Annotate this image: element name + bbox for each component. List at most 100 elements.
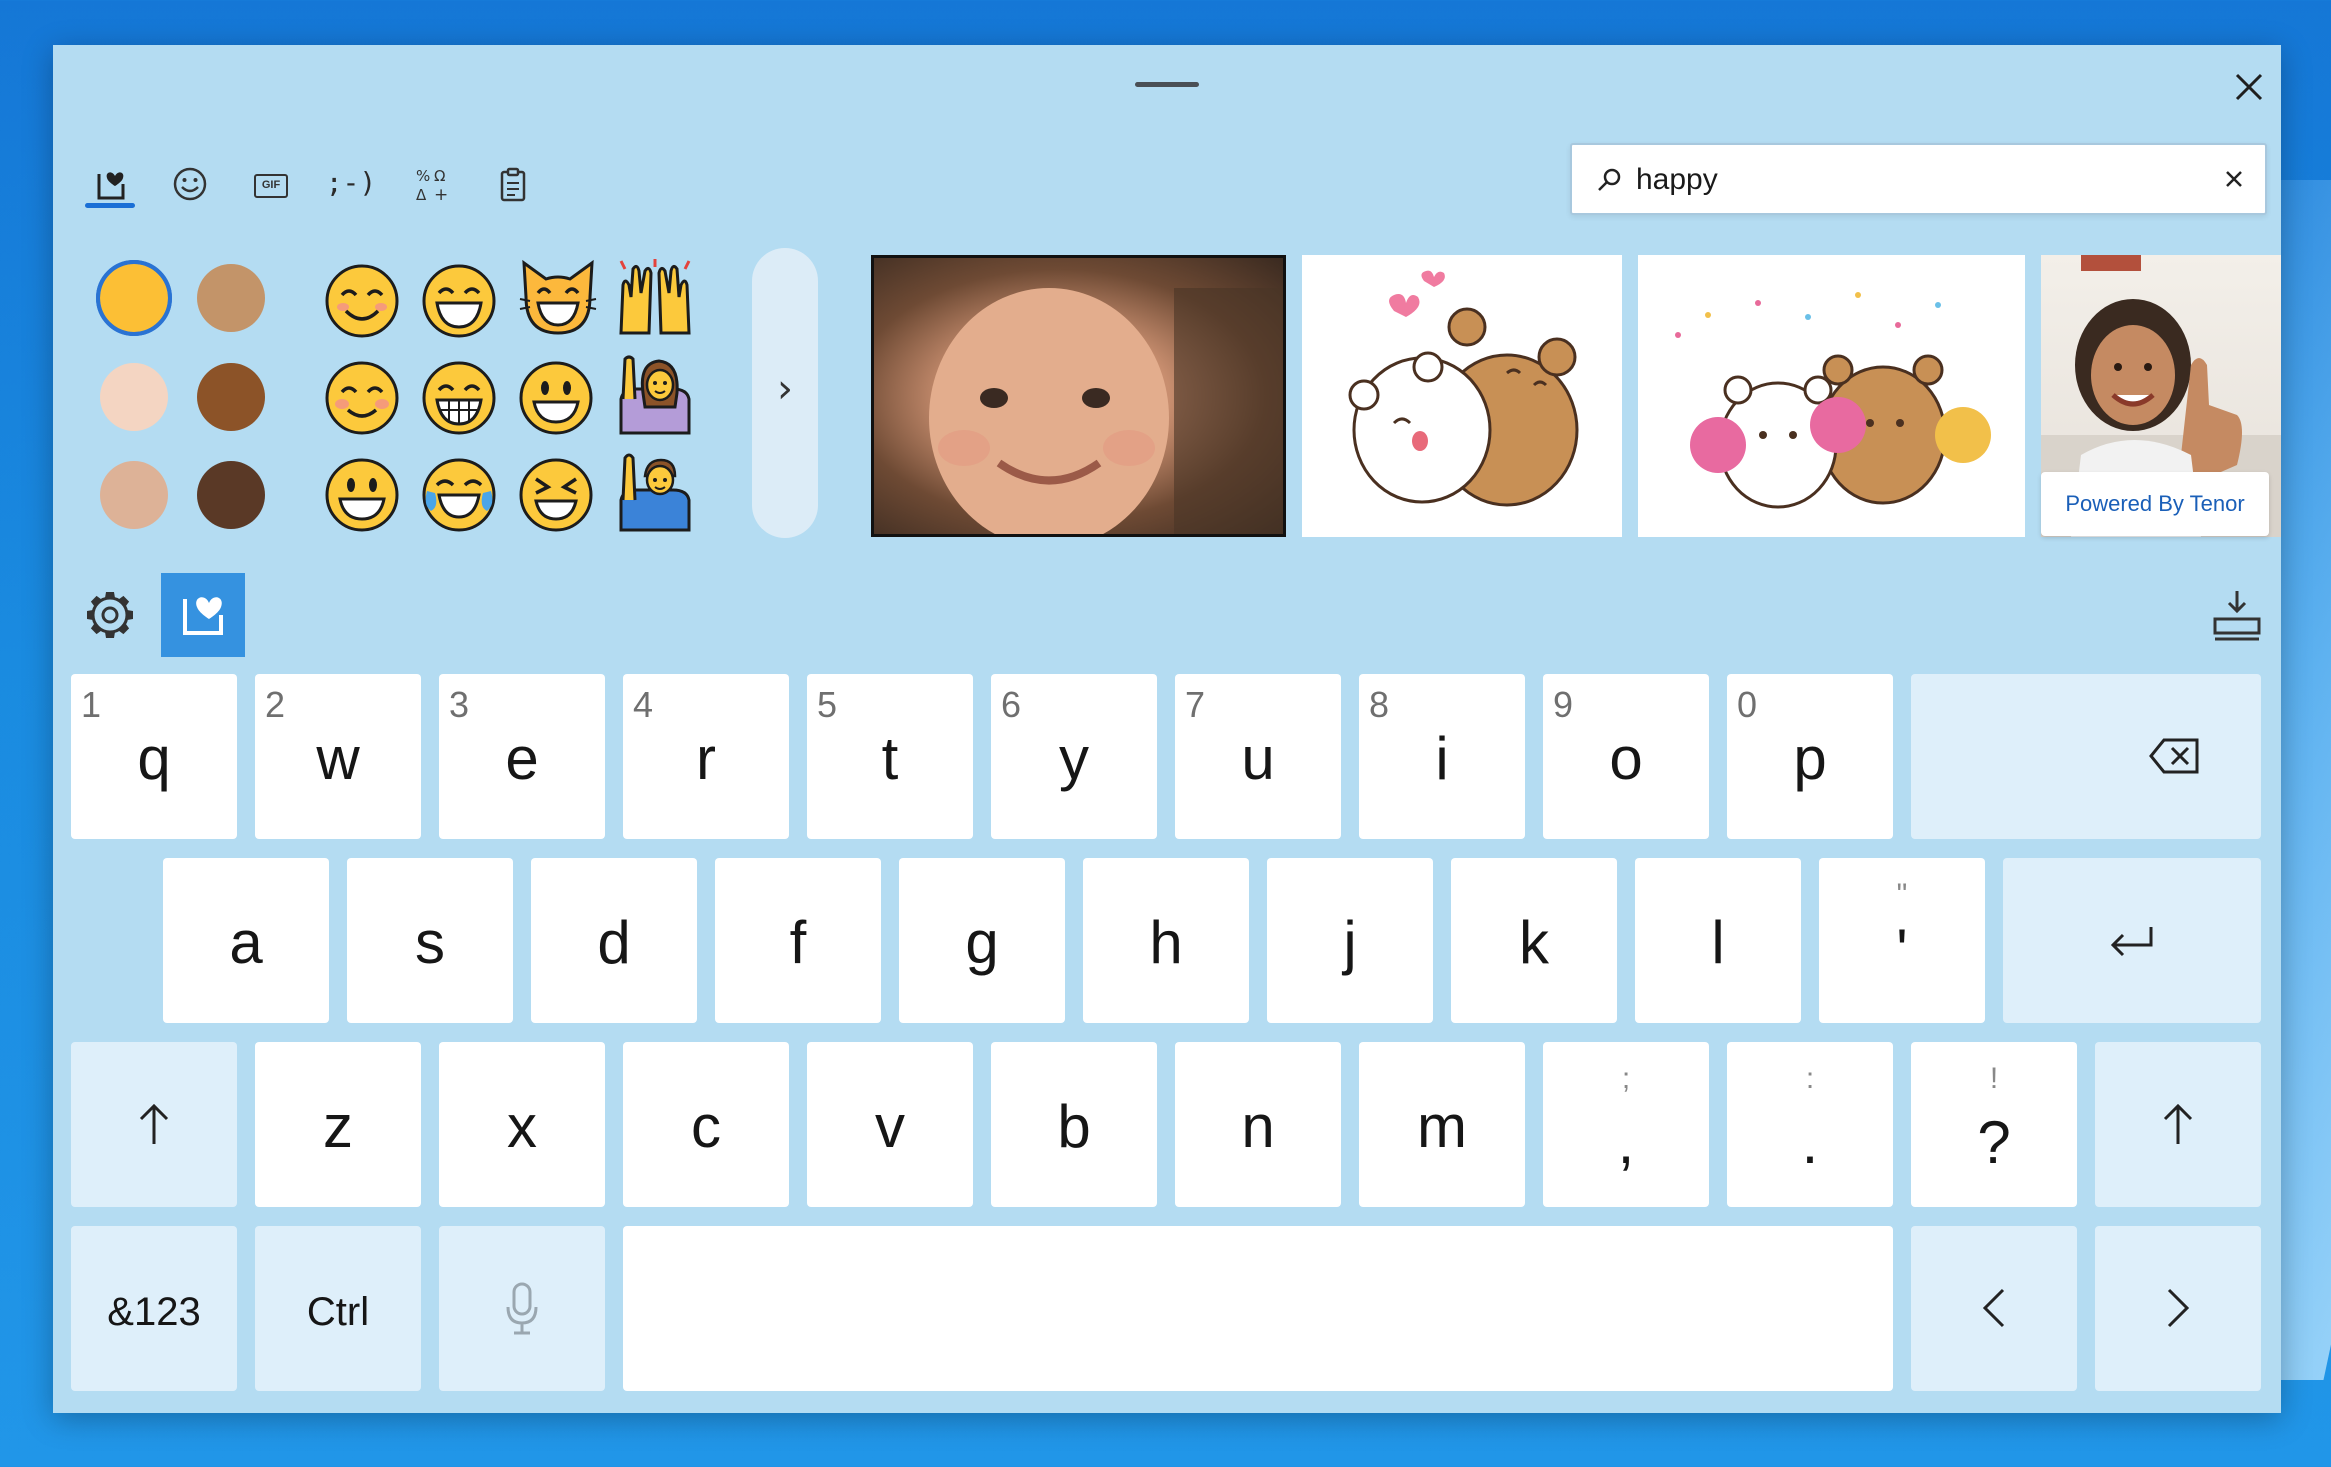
emoji-smiling-face-blush[interactable]: [324, 360, 400, 436]
key-f[interactable]: f: [715, 858, 881, 1023]
key-p-number: 0: [1737, 684, 1758, 725]
close-button[interactable]: [2229, 67, 2269, 107]
key-z[interactable]: z: [255, 1042, 421, 1207]
key-g[interactable]: g: [899, 858, 1065, 1023]
key-x[interactable]: x: [439, 1042, 605, 1207]
baby-face-image: [929, 288, 1283, 534]
key-h[interactable]: h: [1083, 858, 1249, 1023]
key-t[interactable]: 5t: [807, 674, 973, 839]
key-period-alt: :: [1805, 1062, 1815, 1095]
key-q[interactable]: 1q: [71, 674, 237, 839]
emoji-woman-raising-hand[interactable]: [615, 353, 695, 437]
emoji-smiling-face[interactable]: [518, 360, 594, 436]
tab-symbols[interactable]: % Ω Δ +: [403, 158, 463, 222]
emoji-grinning-cat[interactable]: [518, 257, 597, 335]
key-o[interactable]: 9o: [1543, 674, 1709, 839]
key-c[interactable]: c: [623, 1042, 789, 1207]
key-w[interactable]: 2w: [255, 674, 421, 839]
smiling-face-with-smiling-eyes-icon: [325, 264, 399, 338]
key-o-number: 9: [1553, 684, 1574, 725]
key-period[interactable]: :.: [1727, 1042, 1893, 1207]
svg-text:Ω: Ω: [434, 167, 445, 185]
emoji-smiling-face-with-smiling-eyes[interactable]: [324, 263, 400, 339]
tab-clipboard[interactable]: [483, 158, 543, 222]
key-u-number: 7: [1185, 684, 1206, 725]
gif-result-baby-smiling[interactable]: [871, 255, 1286, 537]
dictation-key[interactable]: [439, 1226, 605, 1391]
key-k[interactable]: k: [1451, 858, 1617, 1023]
gif-result-bears-cheerleading[interactable]: [1638, 255, 2025, 537]
key-s-label: s: [415, 909, 445, 976]
cursor-right-key[interactable]: [2095, 1226, 2261, 1391]
svg-text:%: %: [416, 167, 430, 185]
key-apostrophe[interactable]: " ': [1819, 858, 1985, 1023]
key-i[interactable]: 8i: [1359, 674, 1525, 839]
emoji-panel-toggle-button[interactable]: [161, 573, 245, 657]
skin-tone-default[interactable]: [96, 260, 172, 336]
key-comma[interactable]: ;,: [1543, 1042, 1709, 1207]
key-w-label: w: [316, 725, 360, 792]
key-r-number: 4: [633, 684, 654, 725]
search-input[interactable]: [1636, 159, 2196, 201]
key-n[interactable]: n: [1175, 1042, 1341, 1207]
space-bar[interactable]: [623, 1226, 1893, 1391]
settings-button[interactable]: [68, 573, 152, 657]
ctrl-key[interactable]: Ctrl: [255, 1226, 421, 1391]
skin-tone-light[interactable]: [100, 363, 168, 431]
tab-gif[interactable]: GIF: [241, 158, 301, 222]
key-m-label: m: [1417, 1093, 1467, 1160]
close-icon: [2235, 73, 2263, 101]
emoji-grinning-face[interactable]: [324, 457, 400, 533]
search-clear-button[interactable]: [2217, 162, 2251, 196]
shift-arrow-up-icon: [139, 1103, 169, 1144]
key-a-label: a: [229, 909, 263, 976]
key-r[interactable]: 4r: [623, 674, 789, 839]
skin-tone-medium-dark[interactable]: [197, 363, 265, 431]
cursor-left-key[interactable]: [1911, 1226, 2077, 1391]
search-box[interactable]: [1570, 143, 2267, 215]
tab-emoji[interactable]: [160, 158, 220, 222]
powered-by-tenor-badge: Powered By Tenor: [2041, 472, 2269, 536]
tab-favorites[interactable]: [81, 158, 141, 222]
gif-result-white-bear-hug-brown-bear[interactable]: [1302, 255, 1622, 537]
emoji-squinting-face[interactable]: [518, 457, 594, 533]
skin-tone-medium-light[interactable]: [100, 461, 168, 529]
shift-key-right[interactable]: [2095, 1042, 2261, 1207]
emoji-grinning-face-with-smiling-eyes[interactable]: [421, 263, 497, 339]
numbers-symbols-key[interactable]: &123: [71, 1226, 237, 1391]
blushing-smile-icon: [325, 361, 399, 435]
key-s[interactable]: s: [347, 858, 513, 1023]
key-j-label: j: [1343, 909, 1357, 976]
key-l-label: l: [1711, 909, 1725, 976]
drag-grip-handle[interactable]: [1135, 82, 1199, 87]
key-m[interactable]: m: [1359, 1042, 1525, 1207]
key-l[interactable]: l: [1635, 858, 1801, 1023]
emoji-face-with-tears-of-joy[interactable]: [421, 457, 497, 533]
title-bar[interactable]: [53, 45, 2281, 125]
key-question[interactable]: !?: [1911, 1042, 2077, 1207]
tab-kaomoji[interactable]: ;-): [321, 158, 381, 222]
key-a[interactable]: a: [163, 858, 329, 1023]
key-d[interactable]: d: [531, 858, 697, 1023]
key-u[interactable]: 7u: [1175, 674, 1341, 839]
emoji-raising-hands[interactable]: [615, 257, 695, 341]
emoji-person-raising-hand[interactable]: [615, 450, 695, 534]
dock-keyboard-button[interactable]: [2205, 583, 2269, 647]
shift-key-left[interactable]: [71, 1042, 237, 1207]
skin-tone-medium[interactable]: [197, 264, 265, 332]
next-page-button[interactable]: ›: [752, 248, 818, 538]
squinting-face-icon: [519, 458, 593, 532]
key-comma-alt: ;: [1621, 1062, 1631, 1095]
emoji-grimacing-grin[interactable]: [421, 360, 497, 436]
key-p[interactable]: 0p: [1727, 674, 1893, 839]
key-v[interactable]: v: [807, 1042, 973, 1207]
key-b[interactable]: b: [991, 1042, 1157, 1207]
skin-tone-dark[interactable]: [197, 461, 265, 529]
key-e[interactable]: 3e: [439, 674, 605, 839]
key-j[interactable]: j: [1267, 858, 1433, 1023]
key-y[interactable]: 6y: [991, 674, 1157, 839]
enter-key[interactable]: [2003, 858, 2261, 1023]
key-question-alt: !: [1989, 1062, 1999, 1095]
key-q-label: q: [137, 725, 171, 792]
backspace-key[interactable]: [1911, 674, 2261, 839]
